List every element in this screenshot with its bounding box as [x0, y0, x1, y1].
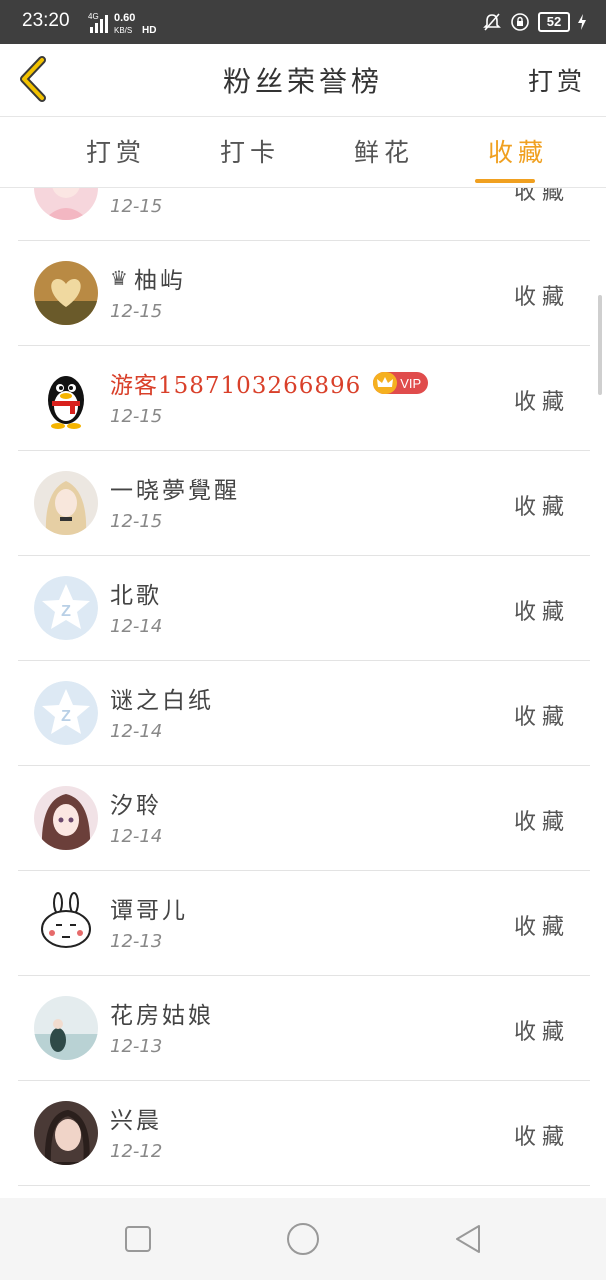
scrollbar[interactable] — [598, 295, 602, 395]
mute-bell-icon — [483, 13, 501, 31]
user-name: 北歌 — [110, 583, 162, 609]
tab-bar: 打赏 打卡 鲜花 收藏 — [0, 117, 606, 188]
rabbit-icon — [34, 891, 98, 955]
date: 12-15 — [110, 406, 163, 427]
qq-penguin-icon — [34, 366, 98, 430]
home-icon[interactable] — [286, 1222, 320, 1256]
user-name-line: 游客1587103266896 VIP — [110, 366, 429, 400]
anime-girl-icon — [34, 786, 98, 850]
favorite-label: 收藏 — [513, 1125, 570, 1150]
back-triangle-icon[interactable] — [451, 1222, 485, 1256]
list-item[interactable]: 谭哥儿 12-13 收藏 — [0, 871, 606, 976]
favorite-label: 收藏 — [513, 1020, 570, 1045]
avatar — [34, 188, 98, 220]
favorite-label: 收藏 — [513, 810, 570, 835]
tab-flowers[interactable]: 鲜花 — [324, 133, 444, 169]
date: 12-15 — [110, 511, 163, 532]
avatar: Z — [34, 576, 98, 640]
status-right-icons: 52 — [482, 9, 586, 35]
network-signal-icon: 4G 0.60 KB/S HD — [88, 12, 156, 36]
list-item[interactable]: Z 谜之白纸 12-14 收藏 — [0, 661, 606, 766]
favorite-label: 收藏 — [513, 188, 570, 205]
list-item[interactable]: Z 北歌 12-14 收藏 — [0, 556, 606, 661]
vip-badge: VIP — [373, 372, 429, 394]
vip-label: VIP — [400, 375, 422, 391]
charging-icon — [578, 14, 586, 30]
favorite-label: 收藏 — [513, 600, 570, 625]
list-item[interactable]: 游客1587103266896 VIP 12-15 收藏 — [0, 346, 606, 451]
avatar — [34, 891, 98, 955]
tab-favorites[interactable]: 收藏 — [458, 133, 578, 169]
status-bar: 23:20 4G 0.60 KB/S HD 52 — [0, 0, 606, 44]
date: 12-13 — [110, 931, 163, 952]
avatar — [34, 471, 98, 535]
network-type: 4G — [88, 12, 99, 21]
date: 12-14 — [110, 721, 163, 742]
user-name: 柚屿 — [133, 268, 186, 294]
battery-level: 52 — [538, 12, 570, 32]
fan-list[interactable]: 12-15 收藏 ♛ 柚屿 12-15 收藏 游客1587103266896 V… — [0, 188, 606, 1198]
top-bar: 粉丝荣誉榜 打赏 — [0, 44, 606, 117]
girl-dark-icon — [34, 1101, 98, 1165]
network-speed: 0.60 — [114, 12, 135, 24]
avatar — [34, 261, 98, 325]
favorite-label: 收藏 — [513, 915, 570, 940]
user-name: 游客1587103266896 — [110, 373, 362, 399]
user-name: 谭哥儿 — [110, 898, 188, 924]
svg-text:Z: Z — [61, 708, 71, 725]
avatar — [34, 786, 98, 850]
divider — [18, 1185, 590, 1186]
heart-photo-icon — [34, 261, 98, 325]
default-star-avatar-icon: Z — [34, 576, 98, 640]
user-name: 一晓夢覺醒 — [110, 478, 240, 504]
list-item[interactable]: ♛ 柚屿 12-15 收藏 — [0, 241, 606, 346]
svg-text:Z: Z — [61, 603, 71, 620]
avatar — [34, 996, 98, 1060]
date: 12-15 — [110, 301, 163, 322]
vip-crown-icon — [373, 372, 398, 394]
back-arrow-icon[interactable] — [14, 56, 54, 102]
system-nav-bar — [0, 1198, 606, 1280]
hd-label: HD — [142, 25, 156, 36]
list-item[interactable]: 兴晨 12-12 收藏 — [0, 1081, 606, 1186]
user-name-line: ♛ 柚屿 — [110, 261, 186, 295]
lock-rotation-icon — [511, 13, 529, 31]
date: 12-14 — [110, 616, 163, 637]
favorite-label: 收藏 — [513, 390, 570, 415]
favorite-label: 收藏 — [513, 495, 570, 520]
favorite-label: 收藏 — [513, 285, 570, 310]
tab-reward[interactable]: 打赏 — [56, 133, 176, 169]
user-name: 兴晨 — [110, 1108, 162, 1134]
favorite-label: 收藏 — [513, 705, 570, 730]
reward-button[interactable]: 打赏 — [528, 62, 586, 98]
date: 12-13 — [110, 1036, 163, 1057]
active-tab-indicator — [475, 179, 535, 183]
user-name: 谜之白纸 — [110, 688, 214, 714]
girl-avatar-icon — [34, 188, 98, 220]
avatar — [34, 1101, 98, 1165]
default-star-avatar-icon: Z — [34, 681, 98, 745]
list-item[interactable]: 花房姑娘 12-13 收藏 — [0, 976, 606, 1081]
date: 12-12 — [110, 1141, 163, 1162]
page-title: 粉丝荣誉榜 — [222, 65, 383, 98]
user-name: 花房姑娘 — [110, 1003, 214, 1029]
list-item[interactable]: 汐聆 12-14 收藏 — [0, 766, 606, 871]
network-speed-unit: KB/S — [114, 26, 132, 35]
sea-photo-icon — [34, 996, 98, 1060]
status-time: 23:20 — [22, 10, 70, 31]
recent-apps-icon[interactable] — [121, 1222, 155, 1256]
crown-icon: ♛ — [110, 266, 128, 290]
blonde-girl-icon — [34, 471, 98, 535]
list-item[interactable]: 一晓夢覺醒 12-15 收藏 — [0, 451, 606, 556]
date: 12-15 — [110, 196, 163, 217]
tab-checkin[interactable]: 打卡 — [190, 133, 310, 169]
avatar: Z — [34, 681, 98, 745]
list-item[interactable]: 12-15 收藏 — [0, 188, 606, 241]
avatar — [34, 366, 98, 430]
user-name: 汐聆 — [110, 793, 162, 819]
date: 12-14 — [110, 826, 163, 847]
